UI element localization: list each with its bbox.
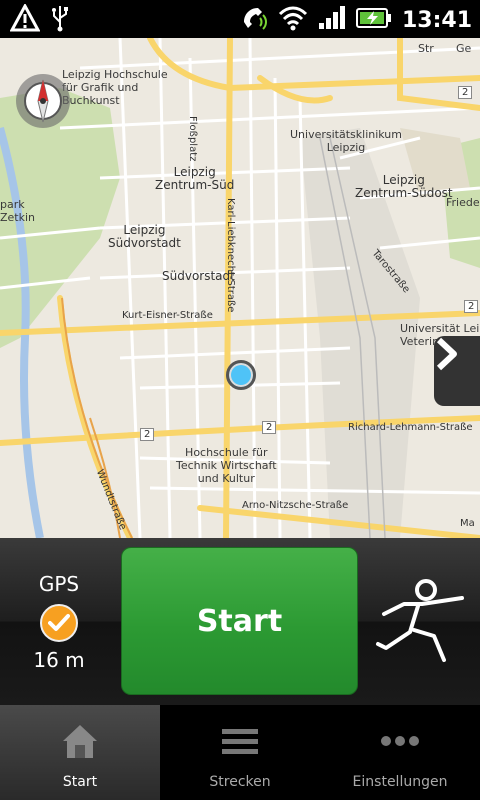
map-label-suedvorstadt-leipzig: Leipzig Südvorstadt: [108, 223, 181, 250]
battery-charging-icon: [355, 6, 392, 34]
map-label-uniklinikum: Universitätsklinikum Leipzig: [290, 128, 402, 154]
chevron-right-icon[interactable]: [434, 336, 480, 406]
road-number: 2: [464, 300, 479, 313]
start-button[interactable]: Start: [121, 547, 358, 695]
map-label-zentrum-sued: Leipzig Zentrum-Süd: [155, 165, 235, 192]
road-number: 2: [140, 428, 155, 441]
phone-speaker-icon: [240, 4, 268, 36]
clock: 13:41: [401, 7, 472, 33]
check-icon: [40, 604, 78, 642]
tab-einstellungen-label: Einstellungen: [352, 774, 448, 790]
tab-start[interactable]: Start: [0, 705, 160, 800]
status-bar: 13:41: [0, 0, 480, 38]
map-label-park: park Zetkin: [0, 198, 36, 224]
map-label-zentrum-suedost: Leipzig Zentrum-Südost: [355, 173, 453, 200]
bottom-tab-bar: Start Strecken Einstellungen: [0, 705, 480, 800]
wifi-icon: [278, 5, 308, 35]
runner-icon[interactable]: [374, 576, 466, 668]
map-label-htwk: Hochschule für Technik Wirtschaft und Ku…: [176, 446, 277, 485]
street-label-flossplatz: Floßplatz: [187, 116, 198, 162]
compass-icon[interactable]: [14, 72, 72, 130]
street-label-richard-lehmann: Richard-Lehmann-Straße: [348, 422, 473, 433]
location-marker-icon: [226, 360, 256, 390]
map-label-frieden: Frieden: [446, 196, 480, 209]
gps-label: GPS: [38, 572, 80, 596]
road-number: 2: [458, 86, 473, 99]
map-label-str: Str: [418, 42, 434, 55]
tab-start-label: Start: [62, 774, 98, 790]
street-label-arno-nitzsche: Arno-Nitzsche-Straße: [242, 500, 349, 511]
street-label-karl-liebknecht: Karl-Liebknecht-Straße: [225, 198, 236, 313]
road-number: 2: [262, 421, 277, 434]
tab-einstellungen[interactable]: Einstellungen: [320, 705, 480, 800]
more-icon: [380, 721, 420, 761]
signal-icon: [318, 5, 346, 35]
list-icon: [220, 721, 260, 761]
tab-strecken[interactable]: Strecken: [160, 705, 320, 800]
tracking-panel: GPS 16 m Start: [0, 538, 480, 705]
street-label-kurt-eisner: Kurt-Eisner-Straße: [122, 310, 213, 321]
home-icon: [60, 721, 100, 761]
tab-strecken-label: Strecken: [209, 774, 271, 790]
map-label-suedvorstadt: Südvorstadt: [162, 269, 235, 283]
usb-icon: [50, 4, 70, 36]
gps-accuracy: 16 m: [33, 648, 85, 672]
map-label-hochschule-grafik: Leipzig Hochschule für Grafik und Buchku…: [62, 68, 168, 107]
map-label-ge: Ge: [456, 42, 472, 55]
street-label-ma: Ma: [460, 518, 475, 529]
map-view[interactable]: Leipzig Hochschule für Grafik und Buchku…: [0, 38, 480, 538]
warning-icon: [9, 2, 41, 36]
